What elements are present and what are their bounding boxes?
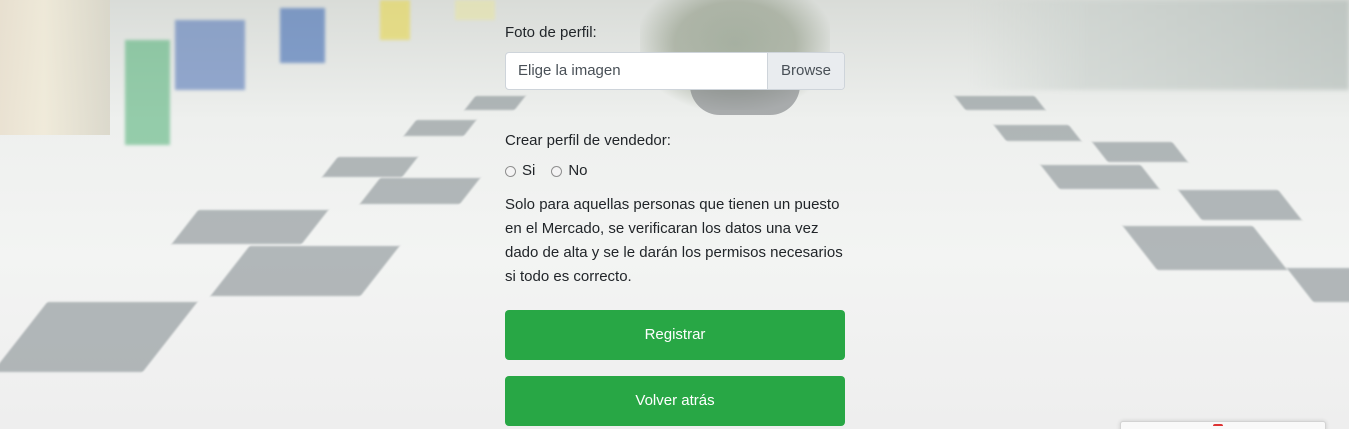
background-stalls: [969, 0, 1349, 90]
background-shop: [0, 0, 110, 135]
floor-tile: [464, 96, 526, 110]
floor-tile: [1040, 165, 1160, 189]
back-button[interactable]: Volver atrás: [505, 376, 845, 426]
floor-tile: [171, 210, 329, 244]
radio-no[interactable]: No: [551, 161, 588, 181]
profile-photo-file-input[interactable]: Elige la imagen Browse: [505, 52, 845, 90]
seller-profile-label: Crear perfil de vendedor:: [505, 132, 671, 149]
seller-radio-group: Si No: [505, 161, 604, 181]
background-crate: [380, 0, 410, 40]
floor-tile: [954, 96, 1046, 110]
radio-si-label[interactable]: Si: [522, 161, 535, 181]
file-placeholder[interactable]: Elige la imagen: [506, 53, 767, 89]
page: Foto de perfil: Elige la imagen Browse C…: [0, 0, 1349, 429]
background-crate: [175, 20, 245, 90]
browse-button[interactable]: Browse: [767, 53, 844, 89]
radio-no-label[interactable]: No: [568, 161, 587, 181]
recaptcha-badge[interactable]: [1120, 421, 1326, 429]
radio-si[interactable]: Si: [505, 161, 535, 181]
recaptcha-icon: [1213, 424, 1223, 429]
background-crate: [455, 0, 495, 20]
floor-tile: [403, 120, 477, 136]
floor-tile: [993, 125, 1082, 141]
radio-si-circle[interactable]: [505, 165, 516, 177]
floor-tile: [1092, 142, 1188, 162]
background-crate: [280, 8, 325, 63]
photo-label: Foto de perfil:: [505, 24, 597, 41]
register-button[interactable]: Registrar: [505, 310, 845, 360]
floor-tile: [322, 157, 418, 177]
floor-tile: [1178, 190, 1302, 220]
seller-note-text: Solo para aquellas personas que tienen u…: [505, 196, 843, 285]
floor-tile: [1286, 268, 1349, 302]
floor-tile: [210, 246, 400, 296]
floor-tile: [0, 302, 198, 372]
floor-tile: [1122, 226, 1288, 270]
radio-no-circle[interactable]: [551, 165, 563, 177]
background-crate: [125, 40, 170, 145]
floor-tile: [359, 178, 481, 204]
